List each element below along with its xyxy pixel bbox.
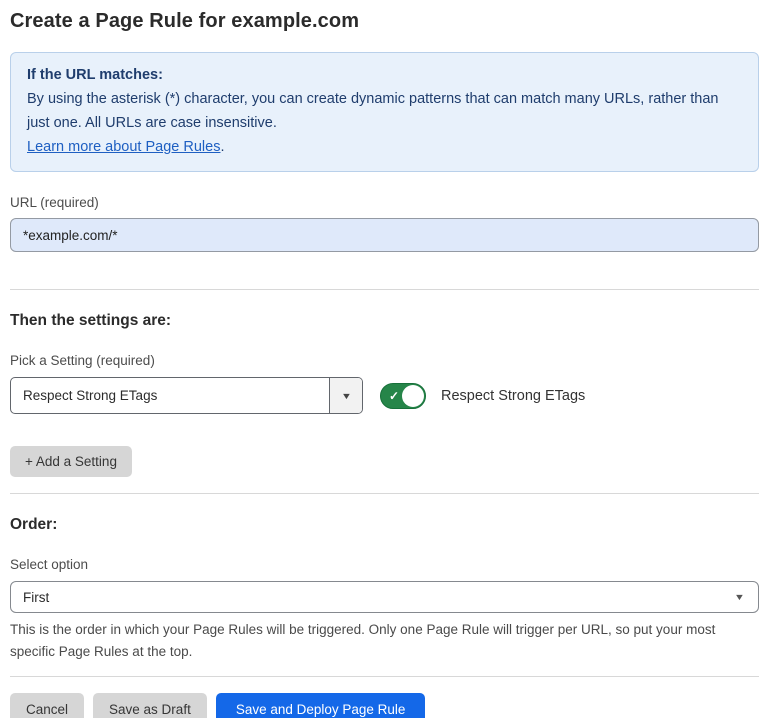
- order-section-heading: Order:: [10, 516, 759, 534]
- info-box-heading: If the URL matches:: [27, 63, 742, 87]
- setting-row: Respect Strong ETags ▼ ✓ Respect Strong …: [10, 377, 759, 414]
- learn-more-link[interactable]: Learn more about Page Rules: [27, 139, 220, 155]
- save-draft-button[interactable]: Save as Draft: [93, 693, 207, 718]
- divider: [10, 676, 759, 677]
- divider: [10, 289, 759, 290]
- info-box-body: By using the asterisk (*) character, you…: [27, 87, 737, 135]
- page-title: Create a Page Rule for example.com: [10, 10, 759, 33]
- divider: [10, 493, 759, 494]
- add-setting-button[interactable]: + Add a Setting: [10, 446, 132, 477]
- chevron-down-icon: ▼: [340, 391, 351, 401]
- setting-dropdown-value: Respect Strong ETags: [11, 378, 329, 413]
- order-select[interactable]: First ▼: [10, 581, 759, 613]
- url-field-label: URL (required): [10, 195, 759, 210]
- order-select-value: First: [23, 590, 49, 605]
- url-input[interactable]: [10, 218, 759, 252]
- page-rule-form: Create a Page Rule for example.com If th…: [0, 0, 769, 718]
- action-button-row: Cancel Save as Draft Save and Deploy Pag…: [10, 693, 759, 718]
- info-link-row: Learn more about Page Rules.: [27, 135, 742, 159]
- order-help-text: This is the order in which your Page Rul…: [10, 619, 755, 663]
- pick-setting-label: Pick a Setting (required): [10, 353, 759, 368]
- info-link-suffix: .: [220, 139, 224, 155]
- check-icon: ✓: [389, 390, 399, 402]
- save-deploy-button[interactable]: Save and Deploy Page Rule: [216, 693, 426, 718]
- setting-dropdown-arrow-button[interactable]: ▼: [329, 378, 362, 413]
- cancel-button[interactable]: Cancel: [10, 693, 84, 718]
- toggle-knob: [402, 385, 424, 407]
- order-select-label: Select option: [10, 557, 759, 572]
- settings-section-heading: Then the settings are:: [10, 312, 759, 330]
- chevron-down-icon: ▼: [734, 592, 745, 602]
- toggle-label: Respect Strong ETags: [441, 388, 585, 404]
- url-match-info-box: If the URL matches: By using the asteris…: [10, 52, 759, 172]
- setting-dropdown[interactable]: Respect Strong ETags ▼: [10, 377, 363, 414]
- etags-toggle[interactable]: ✓: [380, 383, 426, 409]
